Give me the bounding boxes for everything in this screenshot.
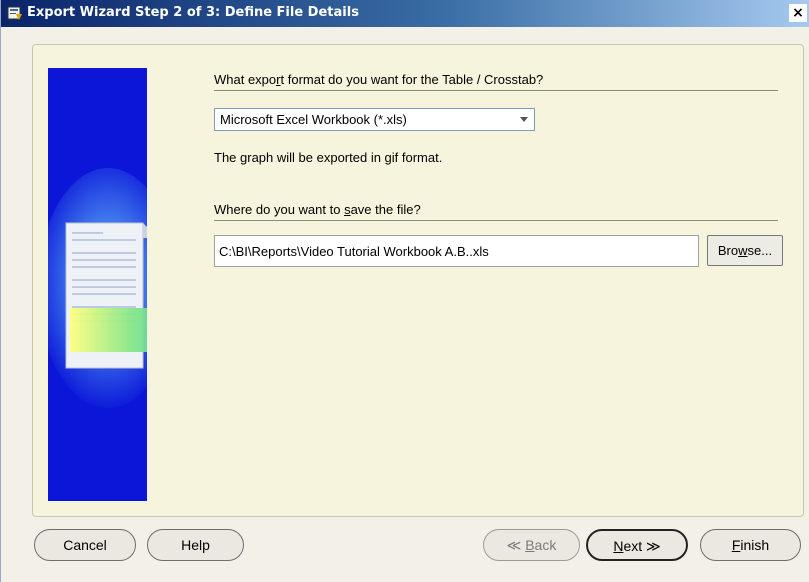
window-title: Export Wizard Step 2 of 3: Define File D… [27, 5, 359, 20]
export-wizard-window: Export Wizard Step 2 of 3: Define File D… [0, 0, 809, 582]
save-separator [214, 220, 778, 221]
format-question-label: What export format do you want for the T… [214, 72, 543, 87]
next-button[interactable]: Next ≫ [586, 529, 688, 561]
cancel-button[interactable]: Cancel [34, 529, 136, 561]
save-question-label: Where do you want to save the file? [214, 202, 421, 217]
finish-label: inish [740, 537, 770, 553]
browse-mnemonic: w [738, 243, 748, 258]
title-bar: Export Wizard Step 2 of 3: Define File D… [1, 0, 809, 27]
save-question-pre: Where do you want to [214, 202, 345, 217]
back-button[interactable]: ≪ Back [483, 529, 580, 561]
next-label: ext [623, 538, 643, 554]
next-mnemonic: N [613, 538, 624, 554]
back-mnemonic: B [525, 537, 535, 553]
browse-post: se... [747, 243, 773, 258]
browse-pre: Bro [717, 243, 739, 258]
format-question-pre: What expo [214, 72, 277, 87]
chevron-down-icon[interactable] [520, 117, 528, 122]
close-button[interactable]: × [789, 4, 807, 22]
back-label: ack [534, 537, 557, 553]
format-separator [214, 90, 778, 91]
save-question-post: ave the file? [350, 202, 421, 217]
export-document-arrow-icon [48, 68, 147, 501]
format-dropdown-value: Microsoft Excel Workbook (*.xls) [220, 112, 407, 127]
browse-button[interactable]: Browse... [707, 235, 783, 266]
back-arrow-icon: ≪ [506, 537, 522, 553]
format-dropdown[interactable]: Microsoft Excel Workbook (*.xls) [214, 108, 535, 131]
graph-format-note: The graph will be exported in gif format… [214, 150, 443, 165]
format-question-post: t format do you want for the Table / Cro… [280, 72, 544, 87]
close-icon: × [792, 5, 804, 21]
next-arrow-icon: ≫ [646, 538, 661, 554]
wizard-app-icon [7, 6, 22, 20]
help-button[interactable]: Help [147, 529, 244, 561]
save-path-input[interactable] [214, 235, 699, 267]
finish-button[interactable]: Finish [700, 529, 801, 561]
